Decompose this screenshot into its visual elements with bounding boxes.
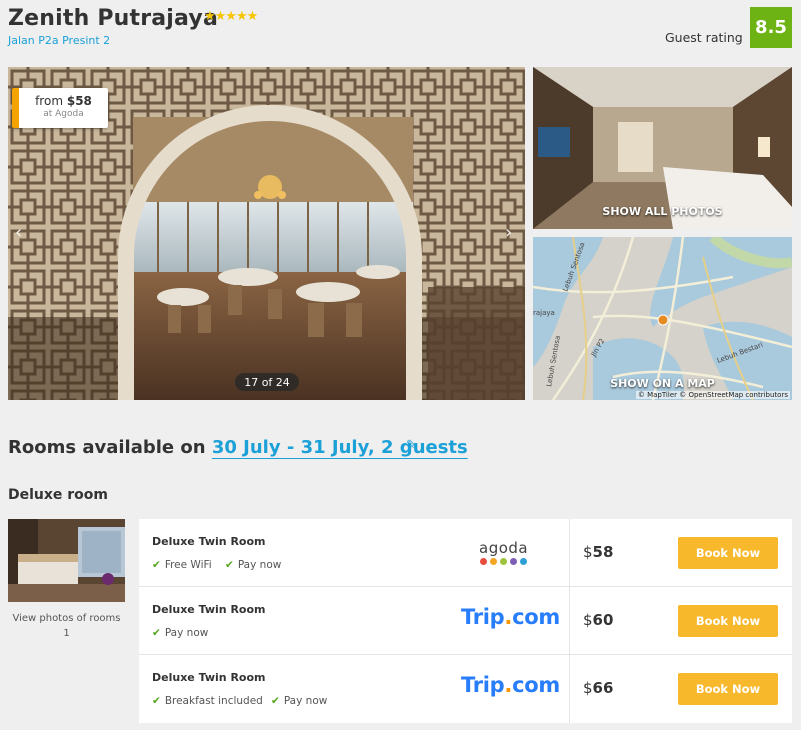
- check-icon: ✔: [225, 559, 234, 571]
- price-value: 66: [592, 679, 614, 697]
- agoda-wordmark: agoda: [479, 539, 529, 557]
- check-icon: ✔: [152, 695, 161, 707]
- currency-symbol: $: [583, 543, 593, 561]
- agoda-dot: [510, 558, 518, 565]
- check-icon: ✔: [152, 559, 161, 571]
- trip-logo-dot: .: [504, 673, 513, 697]
- price-source: at Agoda: [43, 109, 84, 119]
- offer-room-name: Deluxe Twin Room: [152, 535, 266, 548]
- rooms-available-heading: Rooms available on 30 July - 31 July, 2 …: [8, 437, 468, 458]
- check-icon: ✔: [152, 627, 161, 639]
- trip-com-logo: Trip.com: [461, 605, 560, 629]
- price-from-label: from: [35, 94, 64, 108]
- show-all-photos-tile[interactable]: SHOW ALL PHOTOS: [533, 67, 792, 229]
- amenity-pay-now: ✔ Pay now: [271, 695, 327, 707]
- price-from-text: from $58: [19, 94, 108, 108]
- show-on-map-label: SHOW ON A MAP: [610, 377, 715, 390]
- currency-symbol: $: [583, 611, 593, 629]
- agoda-dots-icon: [479, 558, 528, 565]
- agoda-dot: [480, 558, 488, 565]
- location-map-image: rajaya Lebuh Sentosa Lebuh Bestari Jln P…: [533, 237, 792, 400]
- offer-price: $58: [583, 543, 613, 561]
- offer-room-name: Deluxe Twin Room: [152, 671, 266, 684]
- room-thumbnail-image: [8, 519, 125, 602]
- trip-logo-part: Trip: [461, 605, 505, 629]
- amenity-label: Free WiFi: [164, 559, 212, 571]
- hotel-address-link[interactable]: Jalan P2a Presint 2: [8, 34, 110, 47]
- offer-price: $60: [583, 611, 613, 629]
- trip-logo-dot: .: [504, 605, 513, 629]
- offer-price: $66: [583, 679, 613, 697]
- trip-logo-part: com: [512, 673, 560, 697]
- price-value: 60: [592, 611, 614, 629]
- trip-logo-part: com: [512, 605, 560, 629]
- offer-row: Deluxe Twin Room ✔ Pay now Trip.com $60 B…: [139, 587, 792, 655]
- currency-symbol: $: [583, 679, 593, 697]
- amenity-pay-now: ✔ Pay now: [152, 627, 208, 639]
- book-now-button[interactable]: Book Now: [678, 537, 778, 569]
- agoda-dot: [500, 558, 508, 565]
- amenity-label: Pay now: [164, 627, 209, 639]
- guest-rating-label: Guest rating: [665, 30, 743, 45]
- offer-row: Deluxe Twin Room ✔ Free WiFi ✔ Pay now ago…: [139, 519, 792, 587]
- book-now-button[interactable]: Book Now: [678, 673, 778, 705]
- trip-logo-part: Trip: [461, 673, 505, 697]
- book-now-button[interactable]: Book Now: [678, 605, 778, 637]
- amenity-label: Breakfast included: [164, 695, 263, 707]
- price-from-value: $58: [66, 94, 92, 108]
- hotel-name: Zenith Putrajaya: [8, 6, 219, 31]
- next-photo-chevron-icon[interactable]: ›: [505, 222, 512, 243]
- show-all-photos-label: SHOW ALL PHOTOS: [602, 205, 723, 218]
- divider: [569, 519, 570, 586]
- trip-com-logo: Trip.com: [461, 673, 560, 697]
- amenity-breakfast-included: ✔ Breakfast included: [152, 695, 263, 707]
- amenity-free-wifi: ✔ Free WiFi: [152, 559, 212, 571]
- agoda-logo: agoda: [479, 539, 528, 565]
- room-type-title: Deluxe room: [8, 487, 109, 503]
- guest-rating-badge: 8.5: [750, 7, 792, 48]
- agoda-dot: [520, 558, 528, 565]
- main-photo[interactable]: from $58 at Agoda ‹ › 17 of 24: [8, 67, 525, 400]
- amenity-label: Pay now: [283, 695, 328, 707]
- offer-row: Deluxe Twin Room ✔ Breakfast included ✔ Pa…: [139, 655, 792, 723]
- room-thumbnail[interactable]: [8, 519, 125, 602]
- offer-room-name: Deluxe Twin Room: [152, 603, 266, 616]
- agoda-dot: [490, 558, 498, 565]
- view-room-photos-link[interactable]: View photos of rooms 1: [8, 611, 125, 641]
- amenity-pay-now: ✔ Pay now: [225, 559, 281, 571]
- price-value: 58: [592, 543, 614, 561]
- photo-counter: 17 of 24: [235, 373, 299, 391]
- edit-pencil-icon[interactable]: ✎: [406, 438, 417, 453]
- price-from-tag[interactable]: from $58 at Agoda: [12, 88, 108, 128]
- divider: [569, 587, 570, 654]
- divider: [569, 655, 570, 723]
- check-icon: ✔: [271, 695, 280, 707]
- stay-dates-link[interactable]: 30 July - 31 July, 2 guests: [212, 437, 468, 458]
- map-label-rajaya: rajaya: [533, 309, 555, 317]
- amenity-label: Pay now: [237, 559, 282, 571]
- map-attribution: © MapTiler © OpenStreetMap contributors: [635, 391, 790, 399]
- previous-photo-chevron-icon[interactable]: ‹: [15, 222, 22, 243]
- room-offers-list: Deluxe Twin Room ✔ Free WiFi ✔ Pay now ago…: [139, 519, 792, 723]
- show-on-map-tile[interactable]: rajaya Lebuh Sentosa Lebuh Bestari Jln P…: [533, 237, 792, 400]
- rooms-heading-prefix: Rooms available on: [8, 437, 206, 458]
- star-rating-icon: ★★★★★: [204, 9, 258, 24]
